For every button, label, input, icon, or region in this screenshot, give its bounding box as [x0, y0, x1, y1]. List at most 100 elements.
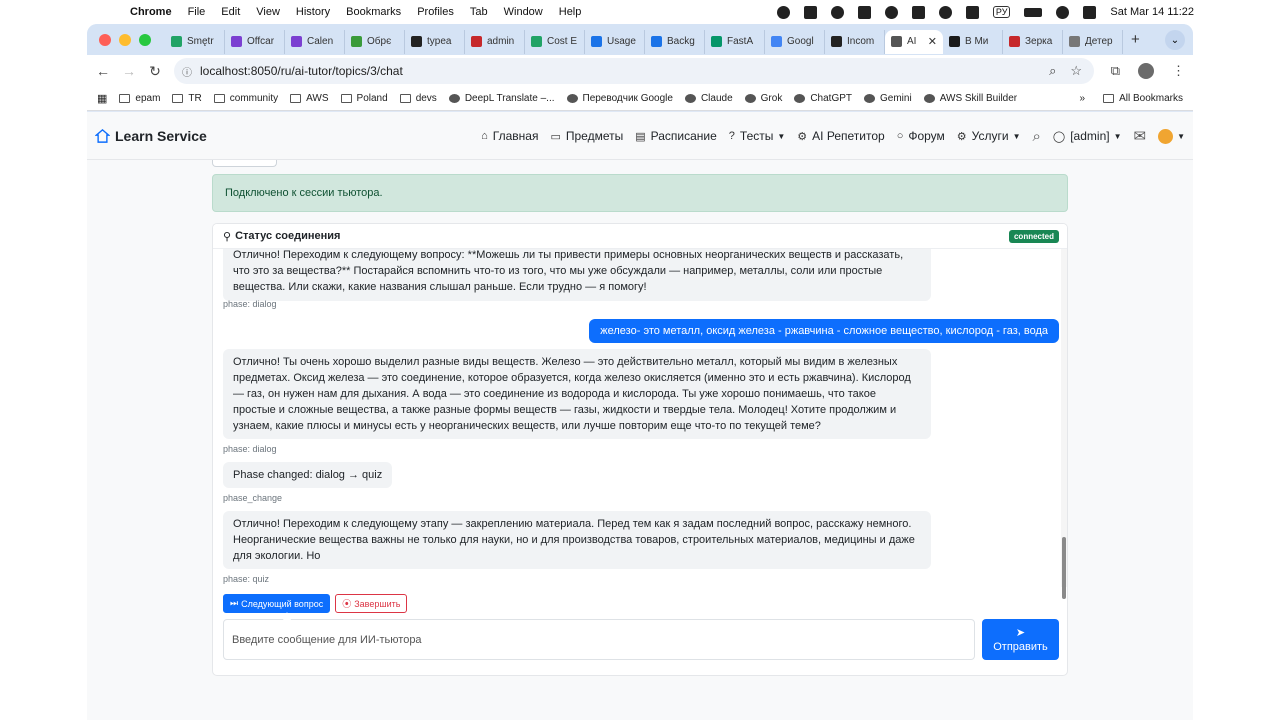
bookmark-item[interactable]: community [213, 93, 278, 104]
tab[interactable]: typea [405, 29, 465, 54]
forward-button[interactable]: → [116, 63, 142, 79]
language-menu[interactable]: ▼ [1158, 128, 1185, 144]
nav-link[interactable]: ⚙ AI Репетитор [797, 129, 884, 143]
tab[interactable]: FastA [705, 29, 765, 54]
bookmark-item[interactable]: Переводчик Google [566, 93, 673, 104]
apps-grid-icon[interactable]: ▦ [97, 92, 107, 105]
zoom-window-button[interactable] [139, 33, 151, 46]
tab[interactable]: Usage [585, 29, 645, 54]
tab-label: Smętr [187, 36, 214, 47]
bookmark-item[interactable]: AWS Skill Builder [923, 93, 1017, 104]
bookmark-item[interactable]: Claude [684, 93, 733, 104]
tab[interactable]: В Ми [943, 29, 1003, 54]
phase-change-message: Phase changed: dialog → quiz [223, 462, 393, 488]
bookmark-item[interactable]: Poland [340, 93, 388, 104]
menu-window[interactable]: Window [504, 6, 543, 18]
menu-tab[interactable]: Tab [470, 6, 488, 18]
tab[interactable]: Incom [825, 29, 885, 54]
bookmark-star-icon[interactable]: ☆ [1070, 63, 1082, 79]
user-menu[interactable]: ◯ [admin] ▼ [1053, 129, 1122, 143]
nav-link-label: Предметы [565, 129, 624, 143]
mail-icon[interactable]: ✉ [1134, 127, 1147, 145]
bookmark-item[interactable]: ChatGPT [794, 93, 852, 104]
profile-avatar[interactable] [1138, 63, 1154, 79]
address-bar[interactable]: ⓘ localhost:8050/ru/ai-tutor/topics/3/ch… [174, 58, 1094, 84]
menu-edit[interactable]: Edit [221, 6, 240, 18]
bookmark-item[interactable]: epam [119, 93, 160, 104]
tab[interactable]: Детер [1063, 29, 1123, 54]
bookmark-item[interactable]: Grok [744, 93, 783, 104]
bookmark-item[interactable]: AWS [290, 93, 329, 104]
record-icon[interactable] [776, 5, 790, 19]
zoom-icon[interactable]: ⌕ [1049, 63, 1056, 79]
nav-link[interactable]: ▭ Предметы [550, 129, 623, 143]
tab[interactable]: Зерка [1003, 29, 1063, 54]
minimize-window-button[interactable] [119, 33, 131, 46]
app-status-icon[interactable] [803, 5, 817, 19]
message-list[interactable]: Отлично! Переходим к следующему вопросу:… [213, 249, 1067, 587]
folder-icon [340, 94, 352, 103]
menu-help[interactable]: Help [559, 6, 582, 18]
control-center-icon[interactable] [1083, 5, 1097, 19]
back-button-partial[interactable] [212, 160, 277, 167]
tab[interactable]: Offcar [225, 29, 285, 54]
menu-view[interactable]: View [256, 6, 280, 18]
bookmark-item[interactable]: DeepL Translate –... [448, 93, 555, 104]
nav-link[interactable]: ▤ Расписание [635, 129, 717, 143]
nav-link[interactable]: ⚙ Услуги ▼ [957, 129, 1021, 143]
bookmark-item[interactable]: Gemini [864, 93, 912, 104]
back-button[interactable]: ← [90, 63, 116, 79]
grid-icon[interactable] [911, 5, 925, 19]
scrollbar-thumb[interactable] [1062, 537, 1066, 599]
tab[interactable]: Backg [645, 29, 705, 54]
message-meta: phase: quiz [223, 574, 270, 584]
all-bookmarks[interactable]: All Bookmarks [1103, 93, 1183, 104]
nav-link[interactable]: ? Тесты ▼ [729, 129, 786, 143]
viber-icon[interactable] [830, 5, 844, 19]
search-icon[interactable]: ⌕ [1033, 128, 1041, 145]
tab[interactable]: Googl [765, 29, 825, 54]
bookmark-label: Grok [760, 93, 783, 104]
chrome-menu-icon[interactable]: ⋮ [1172, 63, 1185, 79]
extensions-icon[interactable]: ⧉ [1111, 63, 1120, 79]
tab[interactable]: Обрє [345, 29, 405, 54]
tab-active[interactable]: AI ✕ [885, 29, 943, 54]
bookmark-item[interactable]: devs [399, 93, 437, 104]
tab[interactable]: admin [465, 29, 525, 54]
tab-search-button[interactable]: ⌄ [1165, 30, 1185, 50]
send-status-icon[interactable] [857, 5, 871, 19]
mic-icon[interactable] [965, 5, 979, 19]
send-button[interactable]: ➤ Отправить [982, 619, 1059, 660]
input-language[interactable]: РУ [992, 6, 1011, 18]
menu-file[interactable]: File [188, 6, 206, 18]
battery-icon[interactable] [1024, 7, 1043, 17]
favicon-icon [711, 36, 722, 47]
url-text[interactable]: localhost:8050/ru/ai-tutor/topics/3/chat [200, 64, 403, 78]
clock[interactable]: Sat Mar 14 11:22 [1110, 6, 1194, 18]
close-window-button[interactable] [99, 33, 111, 46]
next-question-button[interactable]: ⏭ Следующий вопрос [223, 594, 331, 613]
camera-icon[interactable] [884, 5, 898, 19]
tab-label: Calen [307, 36, 334, 47]
close-tab-icon[interactable]: ✕ [928, 35, 937, 48]
bookmark-item[interactable]: TR [172, 93, 202, 104]
cloud-icon[interactable] [938, 5, 952, 19]
tab[interactable]: Calen [285, 29, 345, 54]
message-scrollbar[interactable] [1061, 249, 1067, 599]
tab[interactable]: Smętr [165, 29, 225, 54]
menu-history[interactable]: History [296, 6, 330, 18]
message-input[interactable] [223, 619, 975, 660]
menu-app-name[interactable]: Chrome [130, 6, 172, 18]
nav-link[interactable]: ⌂ Главная [481, 129, 538, 143]
reload-button[interactable]: ↻ [142, 63, 168, 80]
more-bookmarks-icon[interactable]: » [1080, 93, 1086, 104]
new-tab-button[interactable]: + [1131, 31, 1140, 48]
tab[interactable]: Cost E [525, 29, 585, 54]
nav-link[interactable]: ○ Форум [897, 129, 945, 143]
site-info-icon[interactable]: ⓘ [174, 64, 200, 79]
brand[interactable]: Learn Service [95, 128, 207, 144]
menu-profiles[interactable]: Profiles [417, 6, 454, 18]
wifi-icon[interactable] [1056, 5, 1070, 19]
menu-bookmarks[interactable]: Bookmarks [346, 6, 401, 18]
finish-button[interactable]: ⦿ Завершить [335, 594, 408, 613]
